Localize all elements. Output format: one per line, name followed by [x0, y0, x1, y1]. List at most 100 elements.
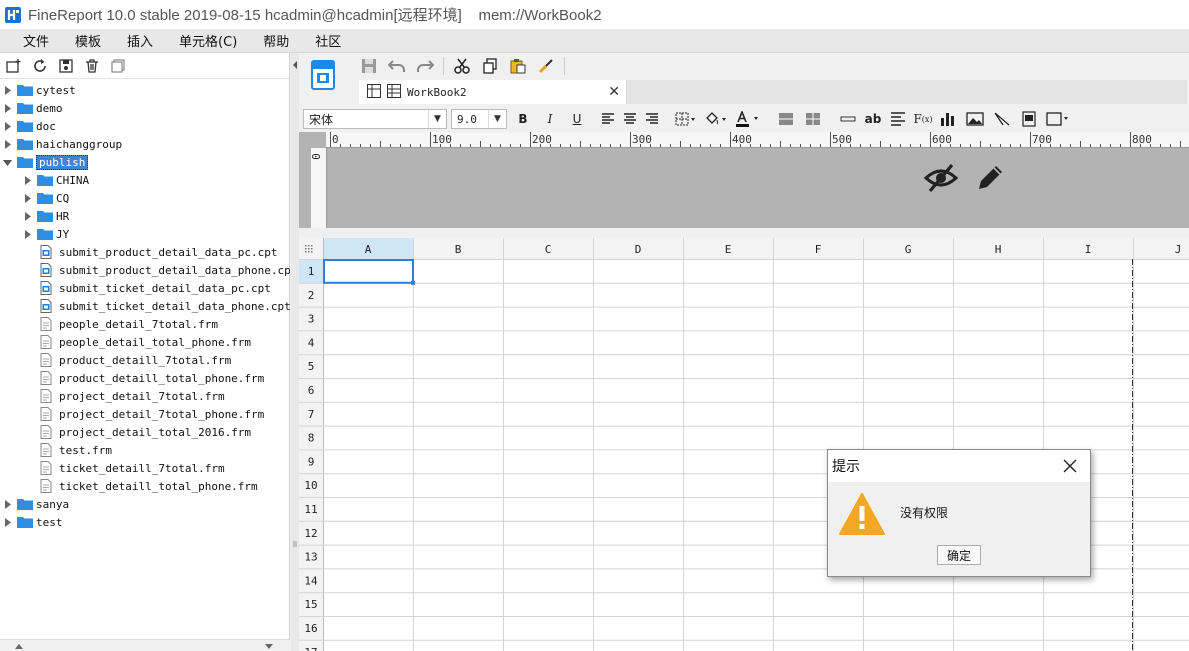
tree-folder-item[interactable]: publish [2, 153, 89, 171]
font-name-select[interactable]: 宋体 ▼ [303, 109, 447, 129]
chevron-right-icon[interactable] [2, 99, 12, 117]
spreadsheet-grid[interactable]: ABCDEFGHIJ1234567891011121314151617 [299, 238, 1189, 651]
insert-row-icon[interactable] [838, 109, 858, 129]
delete-icon[interactable] [82, 56, 102, 76]
tree-file-item[interactable]: test.frm [40, 441, 112, 459]
hide-eye-icon[interactable] [923, 162, 959, 194]
menu-insert[interactable]: 插入 [114, 31, 166, 50]
underline-icon[interactable]: U [567, 109, 587, 129]
sub-report-icon[interactable] [1019, 109, 1039, 129]
tree-file-item[interactable]: people_detail_total_phone.frm [40, 333, 251, 351]
redo-icon[interactable] [415, 56, 435, 76]
tree-folder-item[interactable]: demo [2, 99, 63, 117]
tree-folder-item[interactable]: sanya [2, 495, 69, 513]
ok-button[interactable]: 确定 [937, 545, 981, 565]
bold-icon[interactable]: B [513, 109, 533, 129]
refresh-icon[interactable] [30, 56, 50, 76]
save-remote-icon[interactable] [56, 56, 76, 76]
diagonal-line-icon[interactable] [992, 109, 1012, 129]
tree-folder-item[interactable]: haichanggroup [2, 135, 122, 153]
fill-color-icon[interactable] [704, 109, 728, 129]
folder-icon [17, 497, 33, 511]
tree-file-item[interactable]: submit_ticket_detail_data_pc.cpt [40, 279, 271, 297]
menu-cell[interactable]: 单元格(C) [166, 31, 250, 50]
copy-cell-icon[interactable] [480, 56, 500, 76]
tree-folder-item[interactable]: doc [2, 117, 56, 135]
chevron-right-icon[interactable] [22, 207, 32, 225]
cut-icon[interactable] [452, 56, 472, 76]
grid-canvas[interactable]: ABCDEFGHIJ1234567891011121314151617 [299, 238, 1189, 651]
image-icon[interactable] [965, 109, 985, 129]
tree-folder-item[interactable]: test [2, 513, 63, 531]
ruler-tick [330, 132, 331, 147]
ruler-tick [890, 144, 891, 147]
tree-file-item[interactable]: product_detaill_7total.frm [40, 351, 231, 369]
new-folder-icon[interactable] [4, 56, 24, 76]
tree-item-label: product_detaill_total_phone.frm [59, 371, 265, 385]
tree-file-item[interactable]: project_detail_7total.frm [40, 387, 225, 405]
chevron-right-icon[interactable] [2, 117, 12, 135]
text-wrap-icon[interactable]: ab [863, 109, 883, 129]
tree-file-item[interactable]: project_detail_7total_phone.frm [40, 405, 264, 423]
menu-community[interactable]: 社区 [302, 31, 354, 50]
unmerge-cells-icon[interactable] [803, 109, 823, 129]
menu-file[interactable]: 文件 [10, 31, 62, 50]
tree-file-item[interactable]: submit_product_detail_data_pc.cpt [40, 243, 278, 261]
bar-chart-icon[interactable] [938, 109, 958, 129]
border-icon[interactable] [675, 109, 697, 129]
formula-icon[interactable]: F (x) [913, 109, 933, 129]
tree-folder-item[interactable]: CQ [22, 189, 69, 207]
tree-folder-item[interactable]: CHINA [22, 171, 89, 189]
column-header: H [995, 243, 1002, 256]
tree-folder-item[interactable]: JY [22, 225, 69, 243]
save-icon[interactable] [359, 56, 379, 76]
chevron-right-icon[interactable] [2, 135, 12, 153]
tree-file-item[interactable]: product_detaill_total_phone.frm [40, 369, 264, 387]
panel-splitter[interactable] [291, 53, 299, 651]
cell-element-icon[interactable] [1046, 109, 1072, 129]
tree-file-item[interactable]: project_detail_total_2016.frm [40, 423, 251, 441]
menu-template[interactable]: 模板 [62, 31, 114, 50]
tree-file-item[interactable]: submit_ticket_detail_data_phone.cpt [40, 297, 290, 315]
italic-icon[interactable]: I [540, 109, 560, 129]
corner-grip-dot [305, 251, 307, 253]
font-color-icon[interactable] [735, 109, 761, 129]
paste-icon[interactable] [508, 56, 528, 76]
paragraph-icon[interactable] [888, 109, 908, 129]
tree-file-item[interactable]: ticket_detaill_total_phone.frm [40, 477, 258, 495]
chevron-down-icon: ▼ [428, 110, 446, 128]
merge-cells-icon[interactable] [776, 109, 796, 129]
tree-folder-item[interactable]: HR [22, 207, 69, 225]
ruler-tick [420, 144, 421, 147]
ruler-tick [910, 144, 911, 147]
chevron-down-icon[interactable] [2, 153, 12, 171]
chevron-right-icon[interactable] [2, 81, 12, 99]
ruler-tick [620, 144, 621, 147]
font-size-select[interactable]: 9.0 ▼ [451, 109, 507, 129]
align-right-icon[interactable] [642, 109, 662, 129]
explorer-scroll-bar[interactable] [0, 639, 290, 651]
close-icon[interactable] [1062, 458, 1078, 474]
row-header: 12 [304, 527, 317, 540]
chevron-right-icon[interactable] [2, 513, 12, 531]
close-tab-icon[interactable]: ✕ [608, 84, 620, 100]
tab-workbook2[interactable]: WorkBook2 ✕ [359, 80, 627, 104]
tree-folder-item[interactable]: cytest [2, 81, 76, 99]
chevron-right-icon[interactable] [2, 495, 12, 513]
ruler-tick [380, 141, 381, 147]
chevron-right-icon[interactable] [22, 225, 32, 243]
align-left-icon[interactable] [598, 109, 618, 129]
template-designer-icon[interactable] [309, 58, 339, 92]
tree-file-item[interactable]: submit_product_detail_data_phone.cpt [40, 261, 290, 279]
menu-help[interactable]: 帮助 [250, 31, 302, 50]
tree-file-item[interactable]: ticket_detaill_7total.frm [40, 459, 225, 477]
chevron-right-icon[interactable] [22, 189, 32, 207]
corner-grip-dot [305, 245, 307, 247]
undo-icon[interactable] [387, 56, 407, 76]
chevron-right-icon[interactable] [22, 171, 32, 189]
format-painter-icon[interactable] [536, 56, 556, 76]
align-center-icon[interactable] [620, 109, 640, 129]
copy-icon[interactable] [108, 56, 128, 76]
tree-file-item[interactable]: people_detail_7total.frm [40, 315, 218, 333]
edit-pencil-icon[interactable] [974, 162, 1006, 194]
